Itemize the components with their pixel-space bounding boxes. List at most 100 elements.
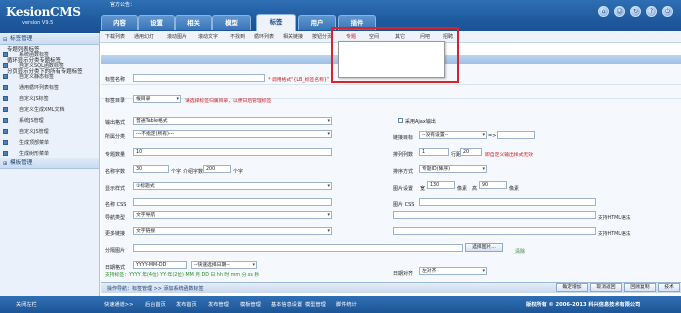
- link-target-select[interactable]: --没有设置--: [419, 131, 487, 139]
- sidebar-section-template[interactable]: 模板管理: [0, 158, 99, 169]
- order-label: 排序方式: [393, 169, 414, 175]
- expand-icon[interactable]: ⊞: [3, 161, 7, 167]
- name-css-input[interactable]: [133, 198, 332, 206]
- px-label-2: 像素: [509, 186, 520, 192]
- rowspace-input[interactable]: 20: [460, 148, 482, 156]
- loop-icon: [3, 85, 8, 90]
- image-css-label: 图片 CSS: [393, 202, 415, 208]
- select-image-button[interactable]: 选择图片...: [465, 243, 503, 252]
- tab-related[interactable]: 相关: [175, 15, 212, 30]
- dropdown-item-topic-list[interactable]: 专题列表标签: [7, 45, 39, 53]
- js-manage-icon: [3, 118, 8, 123]
- date-align-select[interactable]: 左对齐: [419, 267, 487, 275]
- tab-settings[interactable]: 设置: [138, 15, 175, 30]
- px-label: 像素: [457, 186, 468, 192]
- count-label: 专题数量: [105, 152, 126, 158]
- dir-select[interactable]: 根目录: [133, 95, 181, 103]
- copy-button[interactable]: 回顾复制: [624, 283, 656, 292]
- count-input[interactable]: 10: [133, 148, 332, 156]
- people-icon[interactable]: ☺: [614, 6, 625, 17]
- title-length-input[interactable]: 30: [133, 165, 169, 173]
- cols-input[interactable]: 1: [419, 148, 449, 156]
- image-size-label: 图片设置: [393, 186, 414, 192]
- unit-label-2: 个字: [233, 169, 244, 175]
- more-link-select[interactable]: 文字链接: [133, 227, 332, 235]
- image-css-input[interactable]: [419, 198, 596, 206]
- bottom-link-model-manage[interactable]: 模型管理: [305, 301, 326, 308]
- dropdown-item-loop-topics[interactable]: 循环显示分类专题标签: [7, 56, 61, 64]
- bottom-link-admin-home[interactable]: 后台首页: [145, 301, 166, 308]
- confirm-add-button[interactable]: 确定增加: [556, 283, 588, 292]
- split-image-label: 分隔图片: [105, 248, 126, 254]
- bottom-link-publish-manage[interactable]: 发布管理: [208, 301, 229, 308]
- help-icon[interactable]: ?: [646, 6, 657, 17]
- intro-length-input[interactable]: 200: [203, 165, 231, 173]
- close-sidebar-link[interactable]: 关闭左栏: [16, 301, 37, 308]
- tab-content[interactable]: 内容: [101, 15, 138, 30]
- bottom-link-basic-settings[interactable]: 基本信息设置: [271, 301, 302, 308]
- label-name-input[interactable]: [133, 74, 265, 82]
- logout-icon[interactable]: ⏻: [662, 6, 673, 17]
- subnav-scroll-text[interactable]: 滚动文字: [198, 33, 218, 40]
- sidebar-item-xml[interactable]: 自定义生成XML文档: [19, 106, 65, 113]
- date-format-input[interactable]: YYYY-MM-DD: [133, 261, 187, 269]
- subnav-download-list[interactable]: 下载列表: [105, 33, 125, 40]
- sidebar-item-top-menu[interactable]: 生成顶部菜单: [19, 139, 49, 146]
- subnav-scroll-images[interactable]: 滚动图片: [167, 33, 187, 40]
- custom-js-icon: [3, 129, 8, 134]
- ajax-checkbox[interactable]: [398, 118, 403, 123]
- html-hint: 支持HTML语法: [598, 216, 631, 221]
- sidebar-item-custom-js[interactable]: 自定义JS标签: [19, 95, 49, 102]
- width-input[interactable]: 130: [427, 181, 455, 189]
- menu-icon: [3, 140, 8, 145]
- subnav-button-paging[interactable]: 按钮分页: [312, 33, 332, 40]
- nav-type-select[interactable]: 文字导航: [133, 211, 332, 219]
- subnav-slideshow[interactable]: 通用幻灯: [134, 33, 154, 40]
- date-format-select[interactable]: --快速选择日期--: [191, 261, 257, 269]
- subnav-not-found[interactable]: 不找到: [230, 33, 245, 40]
- link-target-label: 链接目标: [393, 135, 414, 141]
- ajax-label: 采用Ajax输出: [405, 119, 436, 125]
- dropdown-item-paged-topics[interactable]: 分页显示分类下的所有专题标签: [7, 67, 82, 75]
- link-target-input[interactable]: [497, 131, 535, 139]
- bottom-link-publish-home[interactable]: 发布首页: [176, 301, 197, 308]
- home-icon[interactable]: ⌂: [598, 6, 609, 17]
- dir-label: 标签目录: [105, 98, 126, 104]
- style-select[interactable]: ①标题式: [133, 182, 332, 190]
- sidebar-item-custom-js-manage[interactable]: 自定义JS管理: [19, 128, 49, 135]
- more-link-label: 更多链接: [105, 231, 126, 237]
- split-image-input[interactable]: [133, 244, 463, 252]
- intro-length-label: 介绍字数: [183, 169, 204, 175]
- tab-labels[interactable]: 标签: [256, 14, 296, 31]
- xml-icon: [3, 107, 8, 112]
- height-input[interactable]: 90: [479, 181, 507, 189]
- cancel-return-button[interactable]: 取消返回: [590, 283, 622, 292]
- more-link-input[interactable]: [393, 227, 596, 235]
- subnav-loop-list[interactable]: 循环列表: [254, 33, 274, 40]
- copyright-text: 版权所有 © 2006-2013 科兴信息技术有限公司: [526, 302, 641, 308]
- clear-link[interactable]: 清除: [515, 248, 525, 255]
- title-length-label: 名称字数: [105, 169, 126, 175]
- output-select[interactable]: 普通Table格式: [133, 117, 332, 125]
- sidebar-item-loop-list[interactable]: 通用循环列表标签: [19, 84, 59, 91]
- nav-text-input[interactable]: [393, 211, 596, 219]
- channel-label: 所属分类: [105, 134, 126, 140]
- nav-type-label: 导航类型: [105, 215, 126, 221]
- sidebar-item-tree-menu[interactable]: 生成树形菜单: [19, 150, 49, 157]
- refresh-icon[interactable]: ↻: [630, 6, 641, 17]
- bottom-link-statistics[interactable]: 脚件统计: [336, 301, 357, 308]
- sidebar-section-label-manage[interactable]: 标签管理: [0, 34, 99, 45]
- highlight-box: [331, 27, 459, 83]
- sidebar-item-system-js[interactable]: 系统JS管理: [19, 117, 44, 124]
- date-format-hint: 支持标签：YYYY 年(4位) YY 年(2位) MM 月 DD 日 hh 时 …: [105, 273, 260, 278]
- tech-button[interactable]: 技术: [658, 283, 680, 292]
- subnav-related-links[interactable]: 相关链接: [283, 33, 303, 40]
- date-format-label: 日期格式: [105, 265, 126, 271]
- collapse-icon[interactable]: ⊟: [3, 37, 7, 43]
- operation-breadcrumb: 操作导航：标签管理 >> 添加系统函数标签: [107, 286, 204, 292]
- cols-label: 排列列数: [393, 152, 414, 158]
- channel-select[interactable]: ---不指定(所有)---: [133, 130, 332, 138]
- tab-model[interactable]: 模型: [212, 15, 251, 30]
- order-select[interactable]: 专题ID(降序): [419, 165, 487, 173]
- bottom-link-template-manage[interactable]: 模板管理: [240, 301, 261, 308]
